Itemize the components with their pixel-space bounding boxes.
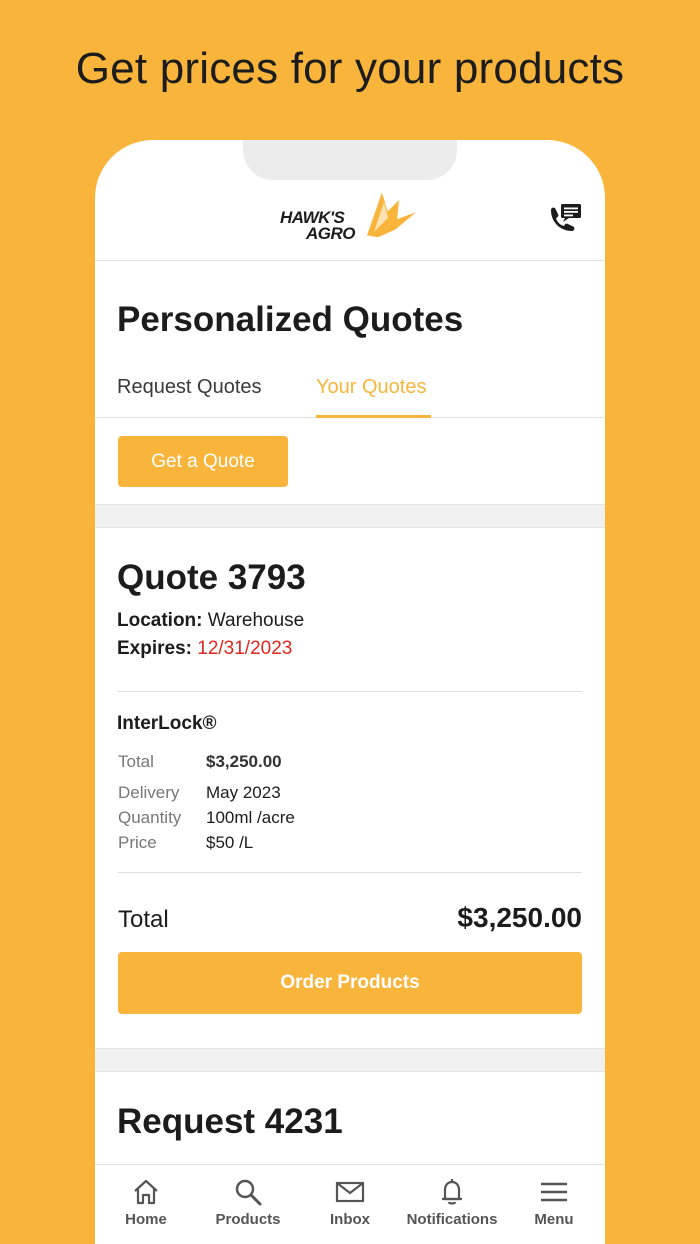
nav-item-inbox[interactable]: Inbox <box>299 1177 401 1228</box>
row-value-price: $50 /L <box>206 833 254 852</box>
location-label: Location: <box>117 610 203 631</box>
nav-item-home[interactable]: Home <box>95 1177 197 1228</box>
brand-logo-text: HAWK'S AGRO <box>280 209 356 243</box>
quote-expires: Expires: 12/31/2023 <box>117 638 292 660</box>
row-label-quantity: Quantity <box>118 808 182 827</box>
quote-location: Location: Warehouse <box>117 610 304 632</box>
tab-your-quotes[interactable]: Your Quotes <box>316 376 431 418</box>
nav-label-products: Products <box>215 1211 281 1228</box>
section-divider <box>95 504 605 528</box>
promo-headline: Get prices for your products <box>75 44 625 93</box>
bell-icon <box>442 1179 462 1205</box>
nav-label-menu: Menu <box>534 1211 574 1228</box>
nav-label-home: Home <box>125 1211 167 1228</box>
expires-label: Expires: <box>117 638 192 659</box>
quote-tabs: Request Quotes Your Quotes <box>95 370 605 418</box>
nav-item-menu[interactable]: Menu <box>503 1177 605 1228</box>
row-value-total: $3,250.00 <box>206 752 282 771</box>
page-title: Personalized Quotes <box>117 300 464 339</box>
order-products-button[interactable]: Order Products <box>118 952 582 1014</box>
bottom-nav: Home Products Inbox Notifications Menu <box>95 1164 605 1244</box>
nav-item-products[interactable]: Products <box>197 1177 299 1228</box>
menu-icon <box>541 1182 567 1202</box>
phone-message-icon[interactable] <box>547 204 583 236</box>
logo-line-2: AGRO <box>306 224 356 243</box>
app-header: HAWK'S AGRO <box>95 180 605 261</box>
row-label-delivery: Delivery <box>118 783 180 802</box>
nav-label-inbox: Inbox <box>330 1211 370 1228</box>
brand-logo[interactable]: HAWK'S AGRO <box>278 188 423 254</box>
location-value: Warehouse <box>207 610 305 631</box>
nav-label-notifications: Notifications <box>406 1211 498 1228</box>
home-icon <box>134 1179 158 1205</box>
search-icon <box>235 1179 262 1206</box>
total-value: $3,250.00 <box>457 902 582 933</box>
row-label-total: Total <box>118 752 154 771</box>
get-quote-button[interactable]: Get a Quote <box>118 436 288 487</box>
expires-value: 12/31/2023 <box>197 638 293 659</box>
divider-line <box>118 691 582 692</box>
nav-item-notifications[interactable]: Notifications <box>401 1177 503 1228</box>
product-name: InterLock® <box>117 713 217 734</box>
quote-title: Quote 3793 <box>117 558 306 597</box>
phone-frame: HAWK'S AGRO Personalized Quotes Request … <box>95 140 605 1244</box>
request-title: Request 4231 <box>117 1102 343 1141</box>
row-value-quantity: 100ml /acre <box>206 808 295 827</box>
section-divider <box>95 1048 605 1072</box>
phone-notch <box>243 140 457 180</box>
total-label: Total <box>118 906 169 933</box>
mail-icon <box>335 1181 365 1203</box>
row-label-price: Price <box>118 833 157 852</box>
row-value-delivery: May 2023 <box>206 783 281 802</box>
divider-line <box>118 872 582 873</box>
tab-request-quotes[interactable]: Request Quotes <box>117 376 262 418</box>
